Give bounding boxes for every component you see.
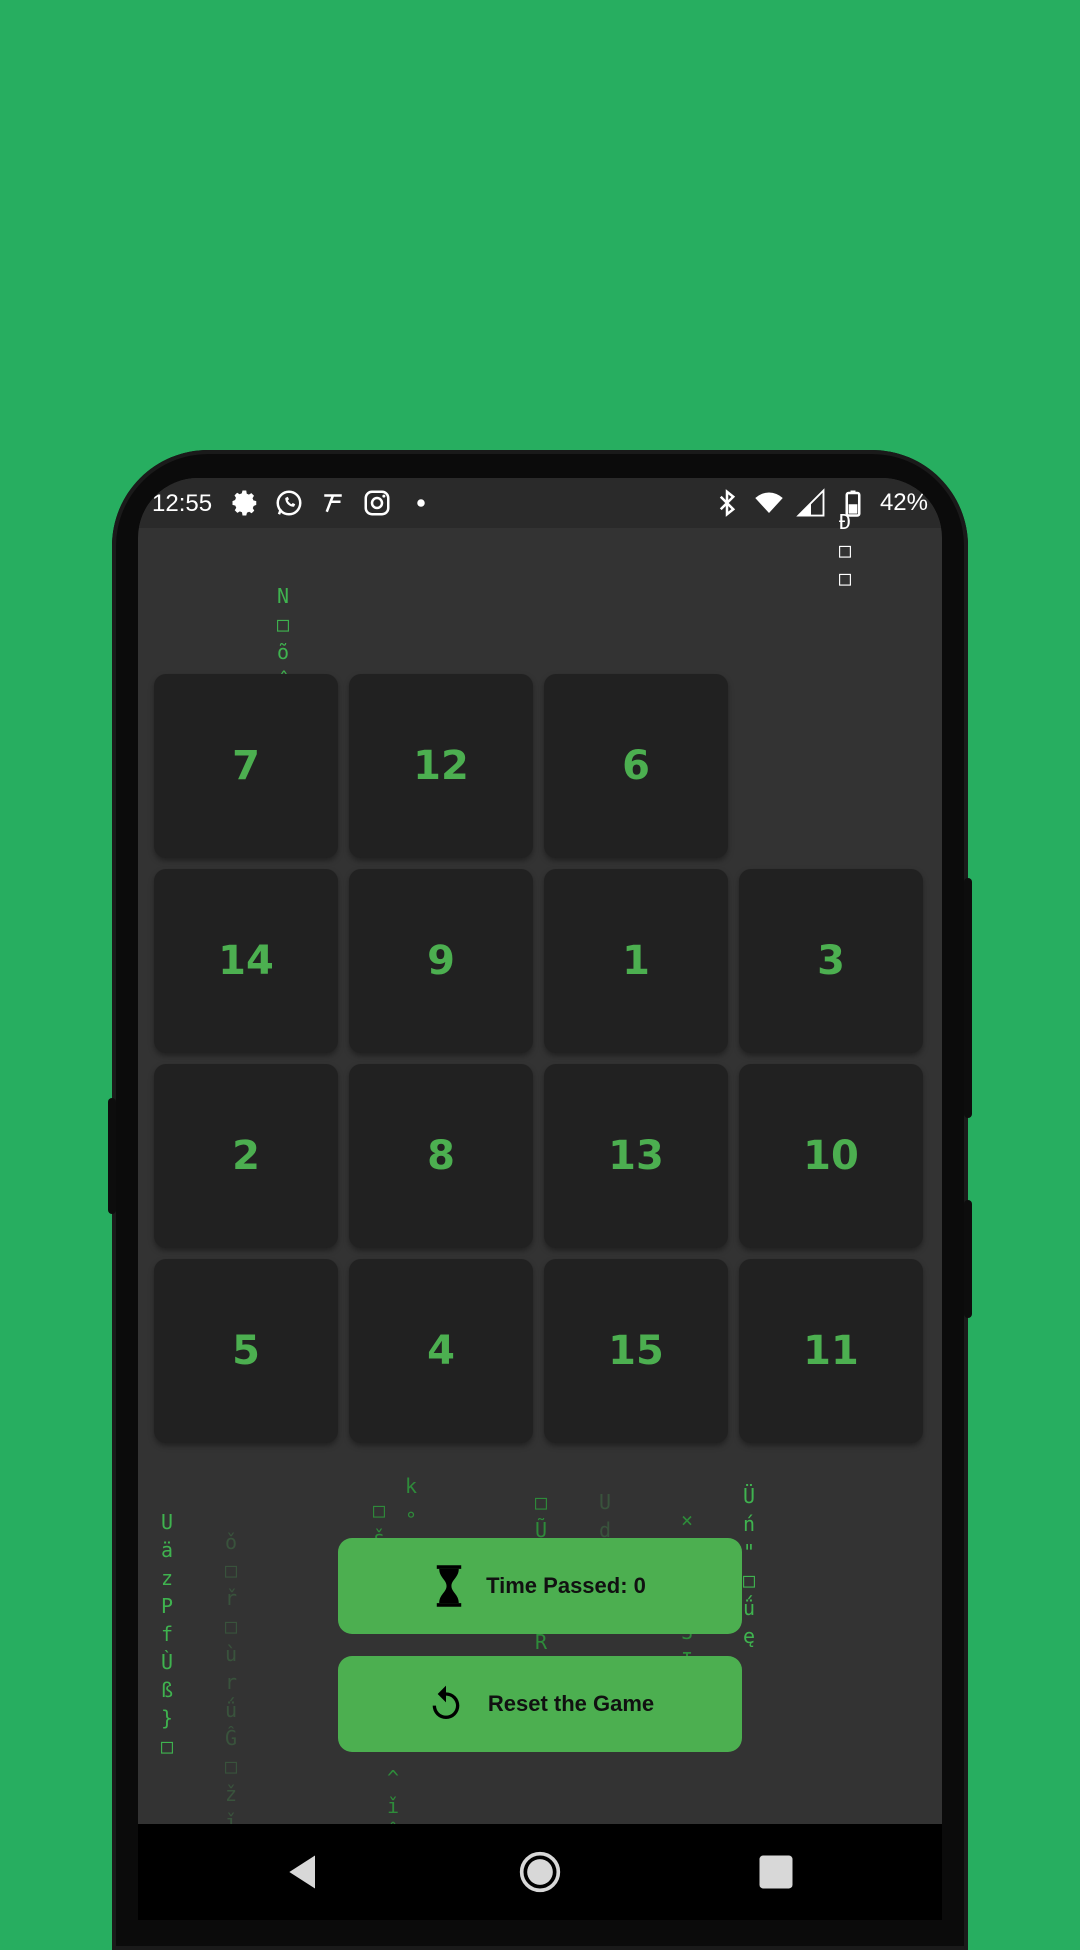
puzzle-board: 7 12 6 14 9 1 3 2 8 13 10 5 4 15 11 [154, 674, 934, 1454]
wifi-icon [755, 492, 783, 513]
system-icons: 42% [712, 488, 928, 518]
rain-column: U ä z P f Ù ß } □ [160, 1510, 174, 1758]
puzzle-tile[interactable]: 5 [154, 1259, 338, 1443]
puzzle-tile[interactable]: 8 [349, 1064, 533, 1248]
status-time: 12:55 [152, 490, 213, 517]
gear-icon [232, 490, 257, 516]
puzzle-tile[interactable]: 1 [544, 869, 728, 1053]
puzzle-tile[interactable]: 6 [544, 674, 728, 858]
power-button [964, 878, 972, 1118]
app-icon [324, 494, 342, 513]
whatsapp-icon [276, 490, 302, 516]
puzzle-tile[interactable]: 3 [739, 869, 923, 1053]
home-icon[interactable] [518, 1850, 562, 1894]
puzzle-tile[interactable]: 2 [154, 1064, 338, 1248]
reset-label: Reset the Game [487, 1691, 655, 1716]
puzzle-tile[interactable]: 4 [349, 1259, 533, 1443]
phone-screen: 12:55 42% U ä z P f Ù ß } □ ǒ □ ř □ ù r … [138, 478, 942, 1920]
battery-percent: 42% [879, 489, 928, 516]
hourglass-icon [436, 1565, 462, 1607]
instagram-icon [364, 490, 390, 516]
volume-button [108, 1098, 116, 1214]
status-bar: 12:55 42% [138, 478, 942, 528]
timer-button[interactable]: Time Passed: 0 [338, 1538, 742, 1634]
bluetooth-icon [719, 489, 736, 517]
signal-icon [796, 488, 825, 517]
rain-column: Đ □ □ [838, 510, 852, 590]
puzzle-tile[interactable]: 10 [739, 1064, 923, 1248]
puzzle-tile[interactable]: 7 [154, 674, 338, 858]
timer-label: Time Passed: 0 [486, 1573, 646, 1598]
navigation-bar [138, 1824, 942, 1920]
puzzle-tile[interactable]: 15 [544, 1259, 728, 1443]
reset-game-button[interactable]: Reset the Game [338, 1656, 742, 1752]
puzzle-tile[interactable]: 12 [349, 674, 533, 858]
puzzle-tile[interactable]: 14 [154, 869, 338, 1053]
notification-icons [230, 488, 436, 518]
puzzle-tile[interactable]: 13 [544, 1064, 728, 1248]
puzzle-tile[interactable]: 9 [349, 869, 533, 1053]
puzzle-tile[interactable]: 11 [739, 1259, 923, 1443]
back-icon[interactable] [282, 1850, 326, 1894]
rain-column: k ∘ [404, 1474, 418, 1526]
reset-icon [432, 1685, 460, 1719]
rain-column: ǒ □ ř □ ù r ǘ Ĝ □ ž ǐ ń [224, 1530, 238, 1862]
side-button [964, 1200, 972, 1318]
dot-icon [417, 499, 425, 507]
recents-icon[interactable] [754, 1850, 798, 1894]
